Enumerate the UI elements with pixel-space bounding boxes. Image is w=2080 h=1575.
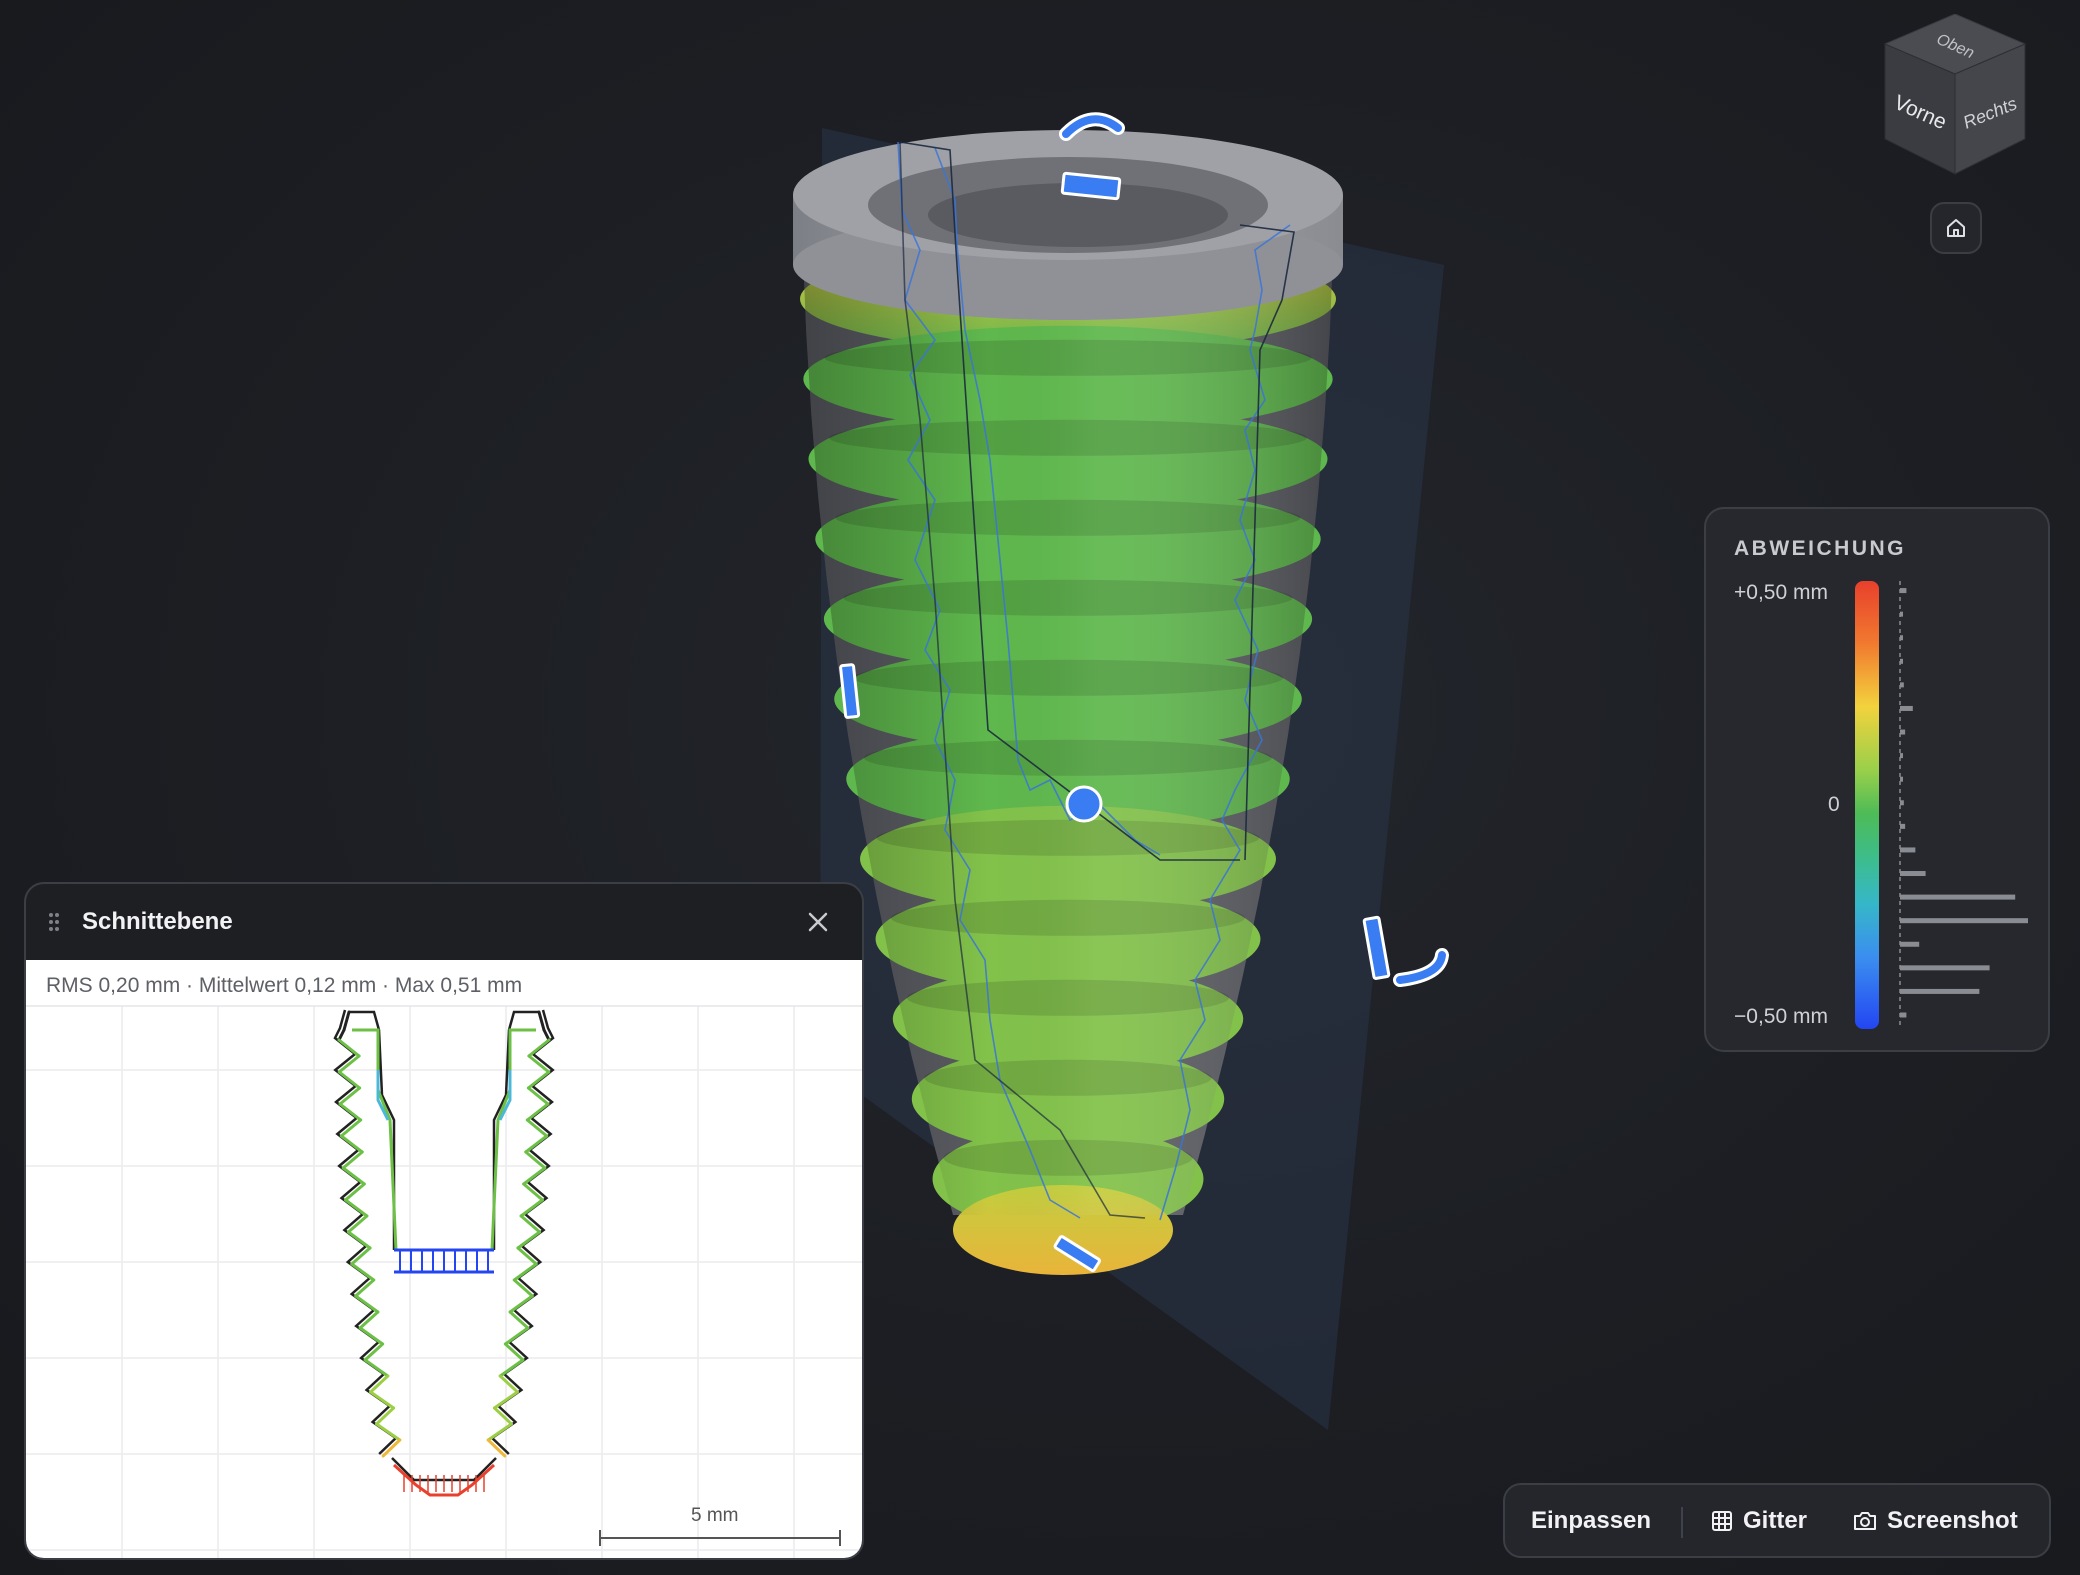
histogram-bar bbox=[1900, 753, 1903, 759]
section-panel-header[interactable]: Schnittebene bbox=[26, 884, 862, 960]
histogram-bar bbox=[1900, 800, 1904, 806]
section-profile-view[interactable]: RMS 0,20 mm · Mittelwert 0,12 mm · Max 0… bbox=[26, 960, 862, 1558]
home-icon bbox=[1947, 219, 1965, 237]
drag-handle-icon[interactable] bbox=[48, 912, 60, 932]
histogram-bar bbox=[1900, 871, 1926, 877]
measured-profile-left bbox=[375, 1422, 402, 1442]
fit-button-label: Einpassen bbox=[1531, 1506, 1652, 1534]
deviation-legend: ABWEICHUNG +0,50 mm 0 −0,50 mm bbox=[1704, 507, 2050, 1052]
view-cube[interactable]: Oben Vorne Rechts bbox=[1880, 14, 2030, 179]
histogram-bar bbox=[1900, 658, 1903, 664]
translate-handle-top bbox=[1060, 171, 1122, 201]
histogram-bar bbox=[1900, 965, 1990, 971]
measured-profile-right bbox=[542, 1028, 551, 1042]
measured-profile-right bbox=[527, 1038, 551, 1058]
measured-profile-left bbox=[358, 1326, 385, 1346]
histogram-bar bbox=[1900, 588, 1907, 594]
bottom-toolbar: Einpassen Gitter Screenshot bbox=[1503, 1483, 2051, 1558]
measured-profile-left bbox=[369, 1390, 396, 1410]
grid-toggle-button[interactable]: Gitter bbox=[1711, 1485, 1807, 1556]
measured-profile-left bbox=[363, 1358, 390, 1378]
section-panel-title: Schnittebene bbox=[82, 908, 233, 935]
measured-profile-right bbox=[519, 1198, 544, 1218]
histogram-bar bbox=[1900, 823, 1906, 829]
home-view-button[interactable] bbox=[1930, 202, 1982, 254]
measured-profile-left bbox=[346, 1230, 372, 1250]
measured-profile-left bbox=[341, 1166, 366, 1186]
measured-profile-left bbox=[344, 1198, 369, 1218]
color-scale-bar bbox=[1855, 581, 1879, 1029]
deviation-histogram bbox=[1899, 581, 2028, 1029]
legend-zero-label: 0 bbox=[1828, 793, 1840, 816]
histogram-bar bbox=[1900, 847, 1916, 853]
histogram-bar bbox=[1900, 1012, 1907, 1018]
section-plane-panel[interactable]: Schnittebene RMS 0,20 mm · Mittelwert 0,… bbox=[24, 882, 864, 1560]
measured-profile-left bbox=[350, 1262, 376, 1282]
legend-min-label: −0,50 mm bbox=[1734, 1005, 1828, 1028]
screenshot-button[interactable]: Screenshot bbox=[1853, 1485, 2018, 1556]
histogram-bar bbox=[1900, 894, 2016, 900]
measured-profile-right bbox=[524, 1134, 549, 1154]
legend-max-label: +0,50 mm bbox=[1734, 581, 1828, 604]
histogram-bar bbox=[1900, 682, 1904, 688]
measured-profile-left bbox=[354, 1294, 380, 1314]
legend-title: ABWEICHUNG bbox=[1734, 537, 1906, 560]
histogram-bar bbox=[1900, 776, 1903, 782]
section-stats: RMS 0,20 mm · Mittelwert 0,12 mm · Max 0… bbox=[46, 974, 523, 997]
measured-profile-right bbox=[508, 1294, 534, 1314]
grid-button-label: Gitter bbox=[1743, 1506, 1808, 1534]
histogram-bar bbox=[1900, 611, 1903, 617]
measured-profile-right bbox=[512, 1262, 538, 1282]
close-icon[interactable] bbox=[806, 910, 830, 934]
measured-profile-left bbox=[338, 1102, 363, 1122]
measured-profile-right bbox=[522, 1166, 547, 1186]
measured-profile-right bbox=[486, 1422, 513, 1442]
histogram-bar bbox=[1900, 918, 2028, 924]
screenshot-button-label: Screenshot bbox=[1887, 1506, 2018, 1534]
section-profile-plot bbox=[26, 1005, 862, 1558]
measured-profile-right bbox=[498, 1358, 525, 1378]
measured-profile-right bbox=[516, 1230, 542, 1250]
measured-profile-left bbox=[337, 1070, 362, 1090]
histogram-bar bbox=[1900, 941, 1920, 947]
measured-profile-right bbox=[503, 1326, 530, 1346]
camera-icon bbox=[1853, 1510, 1877, 1532]
measured-profile-left bbox=[339, 1134, 364, 1154]
inner-bore-nominal-right bbox=[492, 1010, 539, 1250]
fit-button[interactable]: Einpassen bbox=[1531, 1485, 1651, 1556]
histogram-bar bbox=[1900, 705, 1913, 711]
histogram-bar bbox=[1900, 635, 1903, 641]
scale-bar-label: 5 mm bbox=[691, 1505, 739, 1526]
measured-profile-left bbox=[337, 1038, 361, 1058]
histogram-bar bbox=[1900, 729, 1906, 735]
plane-center-handle bbox=[1065, 785, 1103, 823]
histogram-bar bbox=[1900, 988, 1980, 994]
measured-profile-right bbox=[526, 1070, 551, 1090]
measured-profile-left bbox=[337, 1028, 346, 1042]
toolbar-divider bbox=[1681, 1507, 1683, 1538]
inner-bore-nominal-left bbox=[349, 1010, 396, 1250]
grid-icon bbox=[1711, 1510, 1733, 1532]
measured-profile-right bbox=[525, 1102, 550, 1122]
